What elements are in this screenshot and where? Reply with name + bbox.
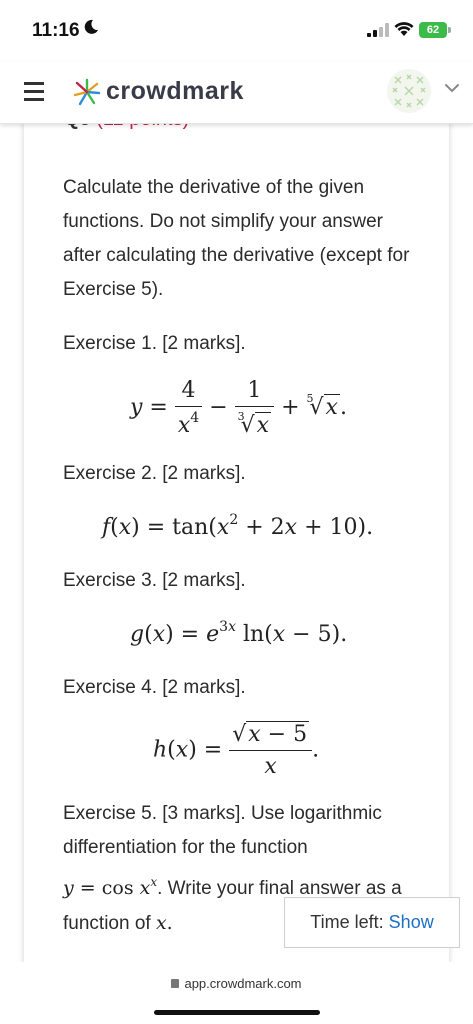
exercise-3-label: Exercise 3. [2 marks]. <box>63 570 246 591</box>
wifi-icon <box>394 22 414 36</box>
time-left-label: Time left: <box>310 912 384 932</box>
exercise-5-variable: x. <box>155 912 173 934</box>
exercise-4-label: Exercise 4. [2 marks]. <box>63 677 246 698</box>
app-header: crowdmark <box>0 62 473 124</box>
exercise-1-formula: y = 4 x4 − 1 3√x + 5√x. <box>130 378 347 438</box>
crowdmark-logo-icon <box>73 78 101 106</box>
show-time-link[interactable]: Show <box>389 912 434 932</box>
avatar-pattern-icon <box>392 74 426 108</box>
menu-icon[interactable] <box>24 82 44 102</box>
status-time: 11:16 <box>32 20 80 41</box>
exercise-3-formula: g(x) = e3x ln(x − 5). <box>130 619 348 647</box>
chevron-down-icon[interactable] <box>443 79 461 97</box>
exercise-1-label: Exercise 1. [2 marks]. <box>63 333 246 354</box>
time-left-widget[interactable]: Time left: Show <box>284 897 460 948</box>
status-bar: 11:16 62 <box>0 0 473 62</box>
battery-level: 62 <box>419 22 447 38</box>
url-text: app.crowdmark.com <box>184 976 302 991</box>
exercise-4-formula: h(x) = √x − 5x. <box>153 721 320 779</box>
battery-icon: 62 <box>419 22 451 38</box>
lock-icon <box>171 979 180 988</box>
address-bar[interactable]: app.crowdmark.com <box>0 976 473 991</box>
moon-icon <box>84 19 98 34</box>
exercise-5-function: y = cos xx <box>63 875 158 899</box>
question-intro: Calculate the derivative of the given fu… <box>63 177 410 300</box>
cellular-signal-icon <box>367 23 389 37</box>
exercise-5-label: Exercise 5. [3 marks]. Use logarithmic d… <box>63 803 382 858</box>
brand-name: crowdmark <box>106 77 244 105</box>
exercise-2-label: Exercise 2. [2 marks]. <box>63 463 246 484</box>
browser-footer: app.crowdmark.com <box>0 962 473 1024</box>
avatar[interactable] <box>387 69 431 113</box>
home-indicator[interactable] <box>154 1010 320 1015</box>
exercise-2-formula: f(x) = tan(x2 + 2x + 10). <box>102 512 374 540</box>
